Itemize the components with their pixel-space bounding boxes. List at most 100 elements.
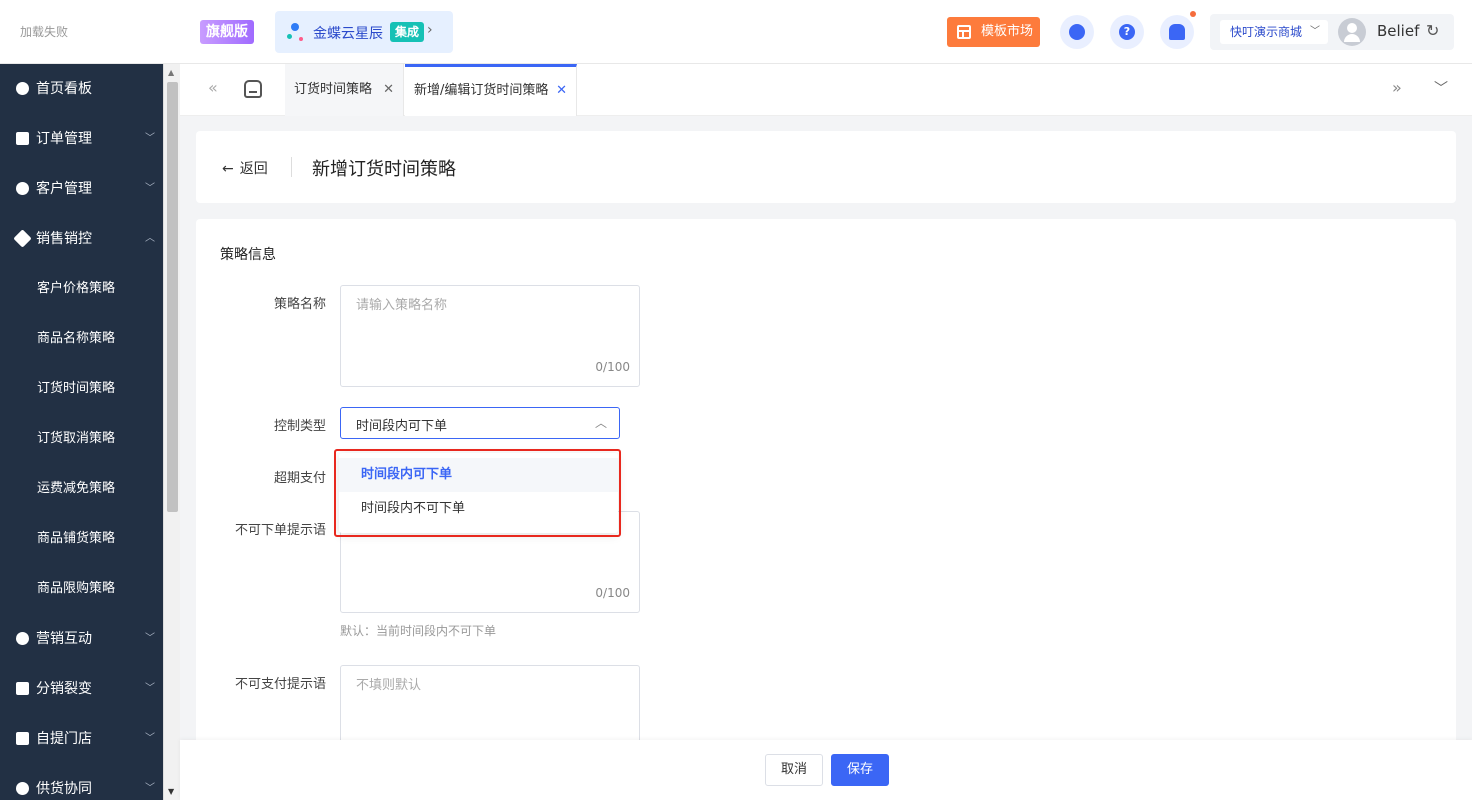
sidebar-scrollbar[interactable]: ▲ ▼	[163, 64, 180, 800]
tab-label: 新增/编辑订货时间策略	[414, 83, 549, 98]
template-icon	[957, 25, 971, 39]
product-switcher[interactable]: 金蝶云星辰 集成 ›	[275, 11, 453, 53]
sidebar-sub-item[interactable]: 商品限购策略	[0, 564, 163, 614]
sidebar-item-label: 自提门店	[36, 731, 92, 747]
top-header: 加载失败 旗舰版 金蝶云星辰 集成 › 模板市场 ? 快叮演示商城 ﹀ Beli…	[0, 0, 1472, 64]
tab-edit-order-time-strategy[interactable]: 新增/编辑订货时间策略 ✕	[405, 64, 577, 116]
back-button[interactable]: ← 返回	[222, 158, 268, 178]
refresh-icon[interactable]: ↻	[1426, 21, 1439, 40]
cancel-button[interactable]: 取消	[765, 754, 824, 786]
tab-order-time-strategy[interactable]: 订货时间策略 ✕	[285, 64, 404, 116]
sidebar-item-orders[interactable]: 订单管理 ﹀	[0, 114, 163, 164]
chevron-down-icon: ﹀	[145, 783, 155, 794]
sidebar-item-label: 订单管理	[36, 131, 92, 147]
logo: 加载失败	[20, 25, 69, 39]
no-pay-tip-placeholder: 不填则默认	[356, 678, 422, 693]
strategy-name-input[interactable]: 请输入策略名称 0/100	[340, 285, 640, 387]
notification-dot	[1190, 11, 1196, 17]
user-icon	[16, 182, 29, 195]
sidebar-item-label: 供货协同	[36, 781, 92, 797]
control-type-dropdown: 时间段内可下单 时间段内不可下单	[339, 453, 618, 533]
template-market-button[interactable]: 模板市场	[947, 17, 1040, 47]
product-tag: 集成	[390, 22, 425, 42]
notification-button[interactable]	[1160, 15, 1194, 49]
help-icon: ?	[1119, 24, 1135, 40]
double-chevron-right-icon[interactable]: »	[1392, 78, 1402, 97]
control-type-select[interactable]: 时间段内可下单 ︿	[340, 407, 620, 439]
product-logo-icon	[287, 23, 307, 43]
strategy-name-placeholder: 请输入策略名称	[356, 298, 448, 313]
control-type-value: 时间段内可下单	[356, 419, 448, 434]
close-icon[interactable]: ✕	[383, 64, 394, 116]
edition-badge: 旗舰版	[200, 20, 254, 44]
bell-icon	[1169, 24, 1185, 40]
double-chevron-left-icon[interactable]: «	[208, 78, 218, 97]
sidebar-item-label: 分销裂变	[36, 681, 92, 697]
sidebar-sub-item[interactable]: 运费减免策略	[0, 464, 163, 514]
save-button[interactable]: 保存	[831, 754, 890, 786]
sidebar-item-supply[interactable]: 供货协同 ﹀	[0, 764, 163, 800]
sidebar-item-label: 营销互动	[36, 631, 92, 647]
scrollbar-thumb[interactable]	[167, 82, 178, 512]
char-counter: 0/100	[595, 360, 630, 374]
sidebar-item-sales-control[interactable]: 销售销控 ︿	[0, 214, 163, 264]
no-pay-tip-label: 不可支付提示语	[234, 677, 326, 692]
clipboard-icon	[16, 132, 29, 145]
back-label: 返回	[239, 161, 268, 177]
strategy-name-label: 策略名称	[273, 297, 326, 312]
dropdown-option-allow[interactable]: 时间段内可下单	[339, 458, 618, 492]
customer-service-icon	[1069, 24, 1085, 40]
chevron-down-icon: ﹀	[145, 633, 155, 644]
scroll-down-icon[interactable]: ▼	[168, 787, 174, 796]
divider	[291, 157, 292, 177]
network-icon	[16, 682, 29, 695]
chevron-right-icon: ›	[427, 22, 433, 38]
sidebar-item-distribution[interactable]: 分销裂变 ﹀	[0, 664, 163, 714]
supply-icon	[16, 782, 29, 795]
sidebar-sub-item[interactable]: 订货取消策略	[0, 414, 163, 464]
page-header-card: ← 返回 新增订货时间策略	[196, 131, 1456, 203]
sidebar-item-customers[interactable]: 客户管理 ﹀	[0, 164, 163, 214]
sidebar-sub-item[interactable]: 订货时间策略	[0, 364, 163, 414]
help-button[interactable]: ?	[1110, 15, 1144, 49]
no-order-tip-label: 不可下单提示语	[234, 523, 326, 538]
control-type-label: 控制类型	[273, 419, 326, 434]
store-icon	[16, 732, 29, 745]
sidebar-item-label: 销售销控	[36, 231, 92, 247]
store-select-value: 快叮演示商城	[1230, 25, 1303, 39]
footer-bar: 取消 保存	[180, 740, 1472, 800]
username[interactable]: Belief	[1377, 22, 1419, 40]
close-icon[interactable]: ✕	[556, 67, 567, 114]
dashboard-icon	[16, 82, 29, 95]
chevron-down-icon: ﹀	[145, 133, 155, 144]
tag-icon	[13, 229, 32, 248]
chevron-down-icon: ﹀	[145, 733, 155, 744]
sidebar-item-pickup-store[interactable]: 自提门店 ﹀	[0, 714, 163, 764]
sidebar-item-label: 客户管理	[36, 181, 92, 197]
sidebar-sub-item[interactable]: 商品名称策略	[0, 314, 163, 364]
arrow-left-icon: ←	[222, 161, 234, 177]
avatar[interactable]	[1338, 18, 1366, 46]
customer-service-button[interactable]	[1060, 15, 1094, 49]
chevron-down-icon: ﹀	[1310, 26, 1320, 37]
sidebar-item-marketing[interactable]: 营销互动 ﹀	[0, 614, 163, 664]
chevron-down-icon: ﹀	[145, 683, 155, 694]
sidebar: 首页看板 订单管理 ﹀ 客户管理 ﹀ 销售销控 ︿ 客户价格策略 商品名称策略 …	[0, 64, 163, 800]
page-title: 新增订货时间策略	[312, 159, 456, 180]
chevron-down-icon: ﹀	[145, 183, 155, 194]
scroll-up-icon[interactable]: ▲	[168, 68, 174, 77]
store-select[interactable]: 快叮演示商城 ﹀	[1220, 20, 1328, 44]
sidebar-sub-item[interactable]: 商品铺货策略	[0, 514, 163, 564]
product-name: 金蝶云星辰	[313, 26, 383, 42]
chevron-up-icon: ︿	[594, 416, 607, 430]
chevron-down-icon[interactable]: ﹀	[1434, 78, 1448, 98]
user-area: 快叮演示商城 ﹀ Belief ↻	[1210, 14, 1454, 50]
tabs-bar: « 订货时间策略 ✕ 新增/编辑订货时间策略 ✕ » ﹀	[180, 64, 1472, 116]
dropdown-option-deny[interactable]: 时间段内不可下单	[339, 492, 618, 526]
template-market-label: 模板市场	[981, 24, 1034, 39]
home-icon[interactable]	[244, 80, 262, 98]
char-counter: 0/100	[595, 586, 630, 600]
sidebar-item-dashboard[interactable]: 首页看板	[0, 64, 163, 114]
sidebar-item-label: 首页看板	[36, 81, 92, 97]
sidebar-sub-item[interactable]: 客户价格策略	[0, 264, 163, 314]
